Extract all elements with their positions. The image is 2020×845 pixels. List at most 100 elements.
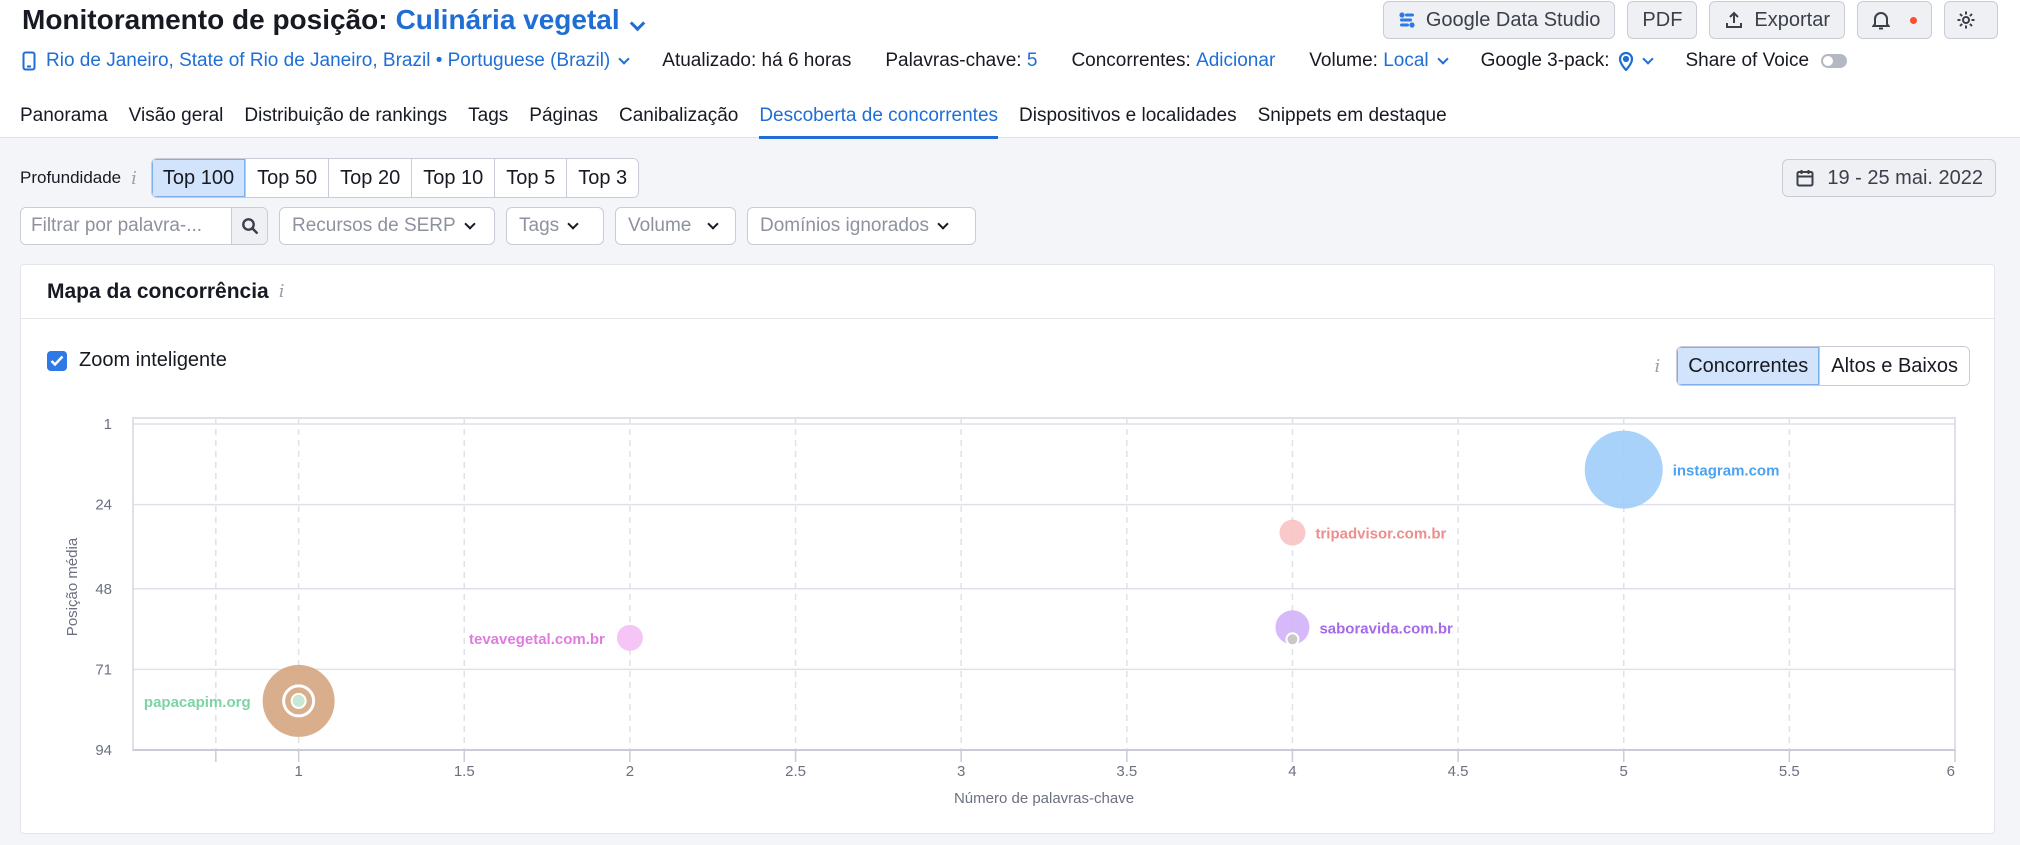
export-label: Exportar [1754, 8, 1830, 31]
date-range-button[interactable]: 19 - 25 mai. 2022 [1782, 159, 1996, 197]
pdf-label: PDF [1642, 8, 1683, 31]
x-tick-label: 5.5 [1779, 763, 1800, 780]
updated-status: Atualizado: há 6 horas [662, 50, 852, 71]
serp-features-label: Recursos de SERP [292, 215, 456, 236]
x-tick-label: 2.5 [785, 763, 806, 780]
page-title-label: Monitoramento de posição: [22, 4, 388, 35]
google-data-studio-button[interactable]: Google Data Studio [1382, 1, 1616, 39]
x-tick-label: 5 [1620, 763, 1628, 780]
chevron-down-icon [937, 217, 949, 230]
tab-panorama[interactable]: Panorama [20, 105, 108, 139]
chevron-down-icon [618, 52, 630, 65]
tags-label: Tags [519, 215, 560, 236]
share-of-voice-toggle[interactable]: Share of Voice [1686, 50, 1848, 72]
notification-dot [1910, 16, 1917, 24]
x-tick-label: 1.5 [454, 763, 475, 780]
google-3-pack-label: Google 3-pack: [1480, 50, 1610, 71]
depth-option-top-3[interactable]: Top 3 [566, 159, 639, 197]
y-tick-label: 71 [95, 661, 112, 678]
chevron-down-icon [464, 217, 476, 230]
x-tick-label: 2 [626, 763, 634, 780]
bubble-tevavegetal-com-br [616, 624, 643, 651]
google-data-studio-label: Google Data Studio [1425, 8, 1601, 31]
tab-dispositivos-localidades[interactable]: Dispositivos e localidades [1019, 105, 1237, 139]
project-meta: Rio de Janeiro, State of Rio de Janeiro,… [22, 50, 1848, 72]
keyword-filter-input[interactable] [21, 208, 231, 244]
tab-paginas[interactable]: Páginas [529, 105, 598, 139]
chevron-down-icon [567, 217, 579, 230]
y-tick-label: 48 [95, 581, 112, 598]
bubble-tripadvisor-com-br [1279, 519, 1306, 546]
y-tick-label: 94 [95, 742, 112, 759]
bubble-label-tripadvisor-com-br: tripadvisor.com.br [1315, 526, 1446, 543]
serp-features-dropdown[interactable]: Recursos de SERP [279, 207, 495, 245]
notifications-button[interactable] [1857, 1, 1932, 39]
depth-option-top-50[interactable]: Top 50 [245, 159, 329, 197]
date-range-label: 19 - 25 mai. 2022 [1827, 166, 1983, 189]
search-button[interactable] [231, 208, 267, 244]
upload-icon [1726, 11, 1743, 28]
x-tick-label: 4.5 [1448, 763, 1469, 780]
tab-distribuicao-rankings[interactable]: Distribuição de rankings [244, 105, 447, 139]
calendar-icon [1796, 170, 1814, 187]
tab-visao-geral[interactable]: Visão geral [129, 105, 224, 139]
filter-bar: Recursos de SERP Tags Volume Domínios ig… [20, 207, 976, 245]
competitors: Concorrentes: Adicionar [1071, 50, 1275, 72]
chevron-down-icon [1436, 52, 1449, 65]
tab-tags[interactable]: Tags [468, 105, 508, 139]
report-tabs: Panorama Visão geral Distribuição de ran… [20, 105, 1468, 139]
bubble-label-tevavegetal-com-br: tevavegetal.com.br [469, 631, 605, 648]
bell-icon [1872, 12, 1890, 30]
ignored-domains-dropdown[interactable]: Domínios ignorados [747, 207, 976, 245]
volume-value: Local [1383, 50, 1429, 71]
pdf-button[interactable]: PDF [1627, 1, 1698, 39]
export-button[interactable]: Exportar [1709, 1, 1845, 39]
tab-snippets-destaque[interactable]: Snippets em destaque [1258, 105, 1447, 139]
x-axis-label: Número de palavras-chave [954, 790, 1134, 807]
top-bar: Monitoramento de posição: Culinária vege… [0, 0, 2020, 139]
bubble-label-saboravida-com-br: saboravida.com.br [1319, 620, 1453, 637]
volume-selector[interactable]: Volume: Local [1309, 50, 1449, 72]
chevron-down-icon [1641, 52, 1654, 65]
ignored-domains-label: Domínios ignorados [760, 215, 929, 236]
tags-dropdown[interactable]: Tags [506, 207, 604, 245]
bubble-label-instagram-com: instagram.com [1673, 463, 1780, 480]
tab-canibalizacao[interactable]: Canibalização [619, 105, 738, 139]
tab-descoberta-concorrentes[interactable]: Descoberta de concorrentes [759, 105, 999, 139]
competition-scatter-chart: 1 1.5 2 2.5 3 3.5 4 4.5 5 5.5 6 1 24 48 71 94 Número de … [64, 416, 1956, 807]
x-tick-label: 6 [1947, 763, 1955, 780]
x-tick-label: 1 [294, 763, 302, 780]
y-axis-label: Posição média [64, 537, 81, 636]
settings-button[interactable] [1944, 1, 1998, 39]
info-icon[interactable]: i [131, 168, 137, 189]
page-title: Monitoramento de posição: Culinária vege… [22, 4, 645, 36]
top-actions: Google Data Studio PDF Exportar [1382, 1, 1998, 39]
depth-option-top-100[interactable]: Top 100 [151, 159, 246, 197]
data-studio-icon [1399, 12, 1415, 28]
depth-option-top-20[interactable]: Top 20 [328, 159, 412, 197]
y-tick-label: 24 [95, 497, 112, 514]
volume-label: Volume: [1309, 50, 1378, 71]
own-domain-dot [290, 692, 307, 709]
y-tick-label: 1 [104, 416, 112, 433]
depth-option-top-10[interactable]: Top 10 [411, 159, 495, 197]
toggle-switch[interactable] [1821, 54, 1848, 68]
depth-options: Top 100 Top 50 Top 20 Top 10 Top 5 Top 3 [150, 158, 640, 198]
x-tick-label: 3.5 [1116, 763, 1137, 780]
x-tick-label: 4 [1288, 763, 1296, 780]
google-3-pack-selector[interactable]: Google 3-pack: [1480, 50, 1654, 72]
chevron-down-icon [629, 15, 645, 32]
x-tick-label: 3 [957, 763, 965, 780]
location-selector[interactable]: Rio de Janeiro, State of Rio de Janeiro,… [22, 50, 630, 72]
mobile-device-icon [22, 51, 36, 71]
project-name: Culinária vegetal [395, 4, 620, 35]
project-selector[interactable]: Culinária vegetal [395, 4, 645, 36]
competition-map-card: Mapa da concorrência i Zoom inteligente … [20, 264, 1995, 834]
add-competitors-link[interactable]: Adicionar [1196, 50, 1275, 72]
depth-option-top-5[interactable]: Top 5 [494, 159, 567, 197]
depth-selector: Profundidade i Top 100 Top 50 Top 20 Top… [20, 158, 640, 198]
keywords-label: Palavras-chave: [885, 50, 1022, 71]
volume-dropdown[interactable]: Volume [615, 207, 736, 245]
keywords-value[interactable]: 5 [1027, 50, 1038, 72]
keywords-count: Palavras-chave: 5 [885, 50, 1037, 72]
